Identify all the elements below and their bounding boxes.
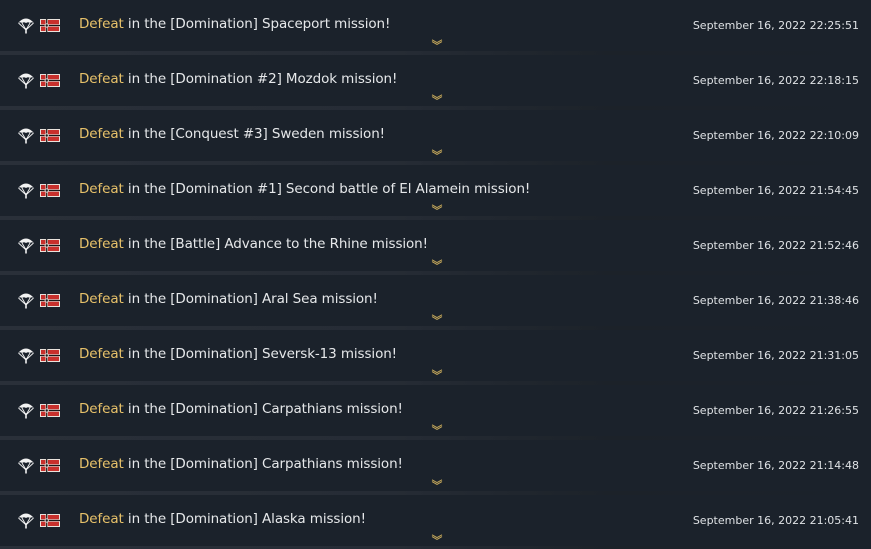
mission-text: in the [Domination #1] Second battle of …	[123, 181, 531, 197]
entry-message: Defeat in the [Domination] Carpathians m…	[79, 456, 403, 472]
chevron-down-icon[interactable]	[431, 204, 443, 210]
result-label: Defeat	[79, 71, 124, 87]
paratrooper-icon	[18, 18, 34, 34]
mission-text: in the [Domination] Alaska mission!	[123, 511, 366, 527]
result-label: Defeat	[79, 346, 124, 362]
chevron-down-icon[interactable]	[431, 424, 443, 430]
germany-flag-icon	[40, 184, 60, 197]
germany-flag-icon	[40, 404, 60, 417]
mission-text: in the [Domination #2] Mozdok mission!	[123, 71, 398, 87]
germany-flag-icon	[40, 19, 60, 32]
entry-message: Defeat in the [Domination] Alaska missio…	[79, 511, 366, 527]
log-entry[interactable]: Defeat in the [Domination #2] Mozdok mis…	[0, 55, 871, 110]
paratrooper-icon	[18, 403, 34, 419]
log-entry[interactable]: Defeat in the [Domination] Alaska missio…	[0, 495, 871, 549]
germany-flag-icon	[40, 129, 60, 142]
log-entry[interactable]: Defeat in the [Domination] Carpathians m…	[0, 440, 871, 495]
result-label: Defeat	[79, 236, 124, 252]
chevron-down-icon[interactable]	[431, 534, 443, 540]
entry-timestamp: September 16, 2022 21:14:48	[692, 459, 859, 472]
entry-timestamp: September 16, 2022 22:18:15	[692, 74, 859, 87]
paratrooper-icon	[18, 238, 34, 254]
mission-text: in the [Domination] Aral Sea mission!	[123, 291, 378, 307]
mission-text: in the [Conquest #3] Sweden mission!	[123, 126, 385, 142]
entry-timestamp: September 16, 2022 21:26:55	[692, 404, 859, 417]
entry-message: Defeat in the [Battle] Advance to the Rh…	[79, 236, 428, 252]
chevron-down-icon[interactable]	[431, 479, 443, 485]
mission-text: in the [Domination] Carpathians mission!	[123, 401, 403, 417]
result-label: Defeat	[79, 401, 124, 417]
germany-flag-icon	[40, 349, 60, 362]
germany-flag-icon	[40, 294, 60, 307]
chevron-down-icon[interactable]	[431, 39, 443, 45]
log-entry[interactable]: Defeat in the [Domination] Carpathians m…	[0, 385, 871, 440]
entry-message: Defeat in the [Domination] Seversk-13 mi…	[79, 346, 397, 362]
chevron-down-icon[interactable]	[431, 314, 443, 320]
chevron-down-icon[interactable]	[431, 149, 443, 155]
chevron-down-icon[interactable]	[431, 259, 443, 265]
paratrooper-icon	[18, 73, 34, 89]
mission-text: in the [Domination] Seversk-13 mission!	[123, 346, 397, 362]
paratrooper-icon	[18, 348, 34, 364]
entry-timestamp: September 16, 2022 21:54:45	[692, 184, 859, 197]
germany-flag-icon	[40, 74, 60, 87]
entry-message: Defeat in the [Domination #1] Second bat…	[79, 181, 530, 197]
paratrooper-icon	[18, 128, 34, 144]
paratrooper-icon	[18, 293, 34, 309]
germany-flag-icon	[40, 239, 60, 252]
log-entry[interactable]: Defeat in the [Conquest #3] Sweden missi…	[0, 110, 871, 165]
entry-timestamp: September 16, 2022 21:05:41	[692, 514, 859, 527]
paratrooper-icon	[18, 458, 34, 474]
battle-log-list: Defeat in the [Domination] Spaceport mis…	[0, 0, 871, 549]
entry-message: Defeat in the [Conquest #3] Sweden missi…	[79, 126, 385, 142]
result-label: Defeat	[79, 16, 124, 32]
result-label: Defeat	[79, 511, 124, 527]
chevron-down-icon[interactable]	[431, 369, 443, 375]
entry-timestamp: September 16, 2022 22:25:51	[692, 19, 859, 32]
result-label: Defeat	[79, 456, 124, 472]
result-label: Defeat	[79, 181, 124, 197]
log-entry[interactable]: Defeat in the [Battle] Advance to the Rh…	[0, 220, 871, 275]
germany-flag-icon	[40, 514, 60, 527]
entry-timestamp: September 16, 2022 22:10:09	[692, 129, 859, 142]
entry-timestamp: September 16, 2022 21:38:46	[692, 294, 859, 307]
germany-flag-icon	[40, 459, 60, 472]
log-entry[interactable]: Defeat in the [Domination] Seversk-13 mi…	[0, 330, 871, 385]
result-label: Defeat	[79, 126, 124, 142]
mission-text: in the [Domination] Carpathians mission!	[123, 456, 403, 472]
entry-message: Defeat in the [Domination] Carpathians m…	[79, 401, 403, 417]
log-entry[interactable]: Defeat in the [Domination] Spaceport mis…	[0, 0, 871, 55]
mission-text: in the [Domination] Spaceport mission!	[123, 16, 391, 32]
chevron-down-icon[interactable]	[431, 94, 443, 100]
log-entry[interactable]: Defeat in the [Domination #1] Second bat…	[0, 165, 871, 220]
result-label: Defeat	[79, 291, 124, 307]
entry-message: Defeat in the [Domination] Spaceport mis…	[79, 16, 390, 32]
entry-timestamp: September 16, 2022 21:52:46	[692, 239, 859, 252]
paratrooper-icon	[18, 513, 34, 529]
log-entry[interactable]: Defeat in the [Domination] Aral Sea miss…	[0, 275, 871, 330]
paratrooper-icon	[18, 183, 34, 199]
mission-text: in the [Battle] Advance to the Rhine mis…	[123, 236, 428, 252]
entry-message: Defeat in the [Domination #2] Mozdok mis…	[79, 71, 397, 87]
entry-timestamp: September 16, 2022 21:31:05	[692, 349, 859, 362]
entry-message: Defeat in the [Domination] Aral Sea miss…	[79, 291, 378, 307]
